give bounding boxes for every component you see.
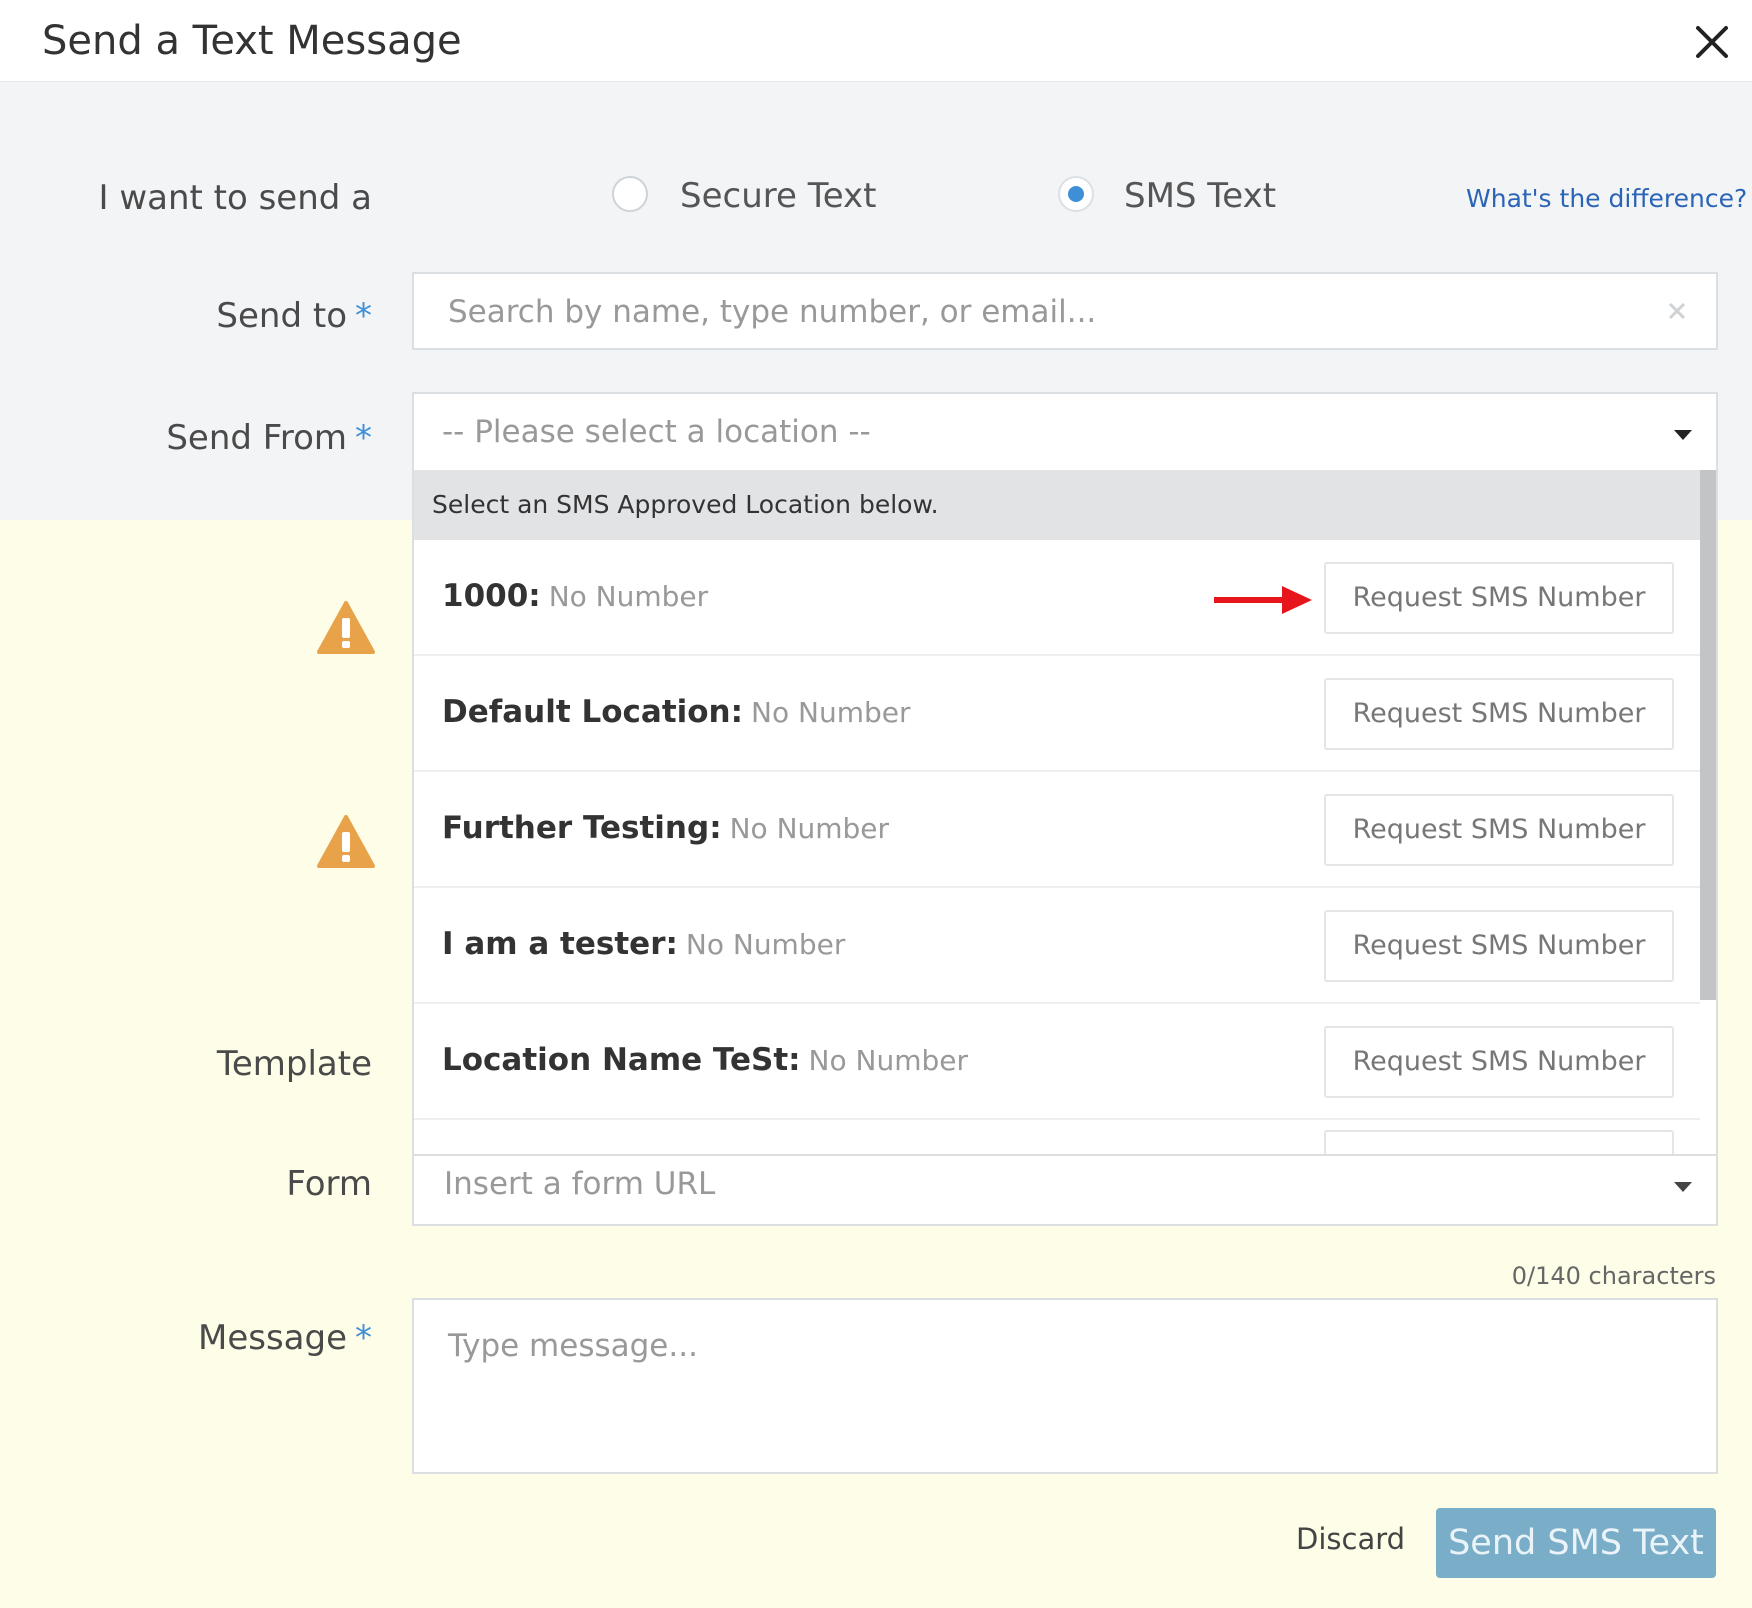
message-placeholder: Type message... [448, 1328, 698, 1364]
send-from-placeholder: -- Please select a location -- [442, 414, 871, 450]
send-to-input[interactable]: Search by name, type number, or email... [412, 272, 1718, 350]
location-option-partial[interactable] [414, 1120, 1700, 1154]
warning-icon [317, 815, 375, 868]
template-label: Template [216, 1044, 372, 1084]
caret-down-icon [1674, 430, 1692, 440]
location-name: Default Location: [442, 694, 744, 730]
required-marker: * [355, 418, 372, 458]
location-option-location-name-test[interactable]: Location Name TeSt: No Number Request SMS… [414, 1004, 1700, 1120]
dialog-header: Send a Text Message [0, 0, 1752, 82]
location-name: Location Name TeSt: [442, 1042, 801, 1078]
send-to-label: Send to * [216, 296, 372, 336]
request-sms-number-button[interactable]: Request SMS Number [1324, 562, 1674, 634]
location-text: Location Name TeSt: No Number [442, 1042, 968, 1078]
send-to-placeholder: Search by name, type number, or email... [448, 294, 1097, 330]
location-option-default-location[interactable]: Default Location: No Number Request SMS N… [414, 656, 1700, 772]
location-number: No Number [729, 812, 890, 845]
location-dropdown: Select an SMS Approved Location below. 1… [412, 470, 1718, 1156]
request-sms-number-button[interactable]: Request SMS Number [1324, 794, 1674, 866]
character-counter: 0/140 characters [1511, 1262, 1716, 1290]
request-sms-number-button[interactable]: Request SMS Number [1324, 910, 1674, 982]
location-text: Default Location: No Number [442, 694, 911, 730]
request-sms-number-button-partial[interactable] [1324, 1130, 1674, 1154]
dialog-title: Send a Text Message [42, 18, 462, 64]
form-url-select[interactable]: Insert a form URL [412, 1150, 1718, 1226]
location-number: No Number [808, 1044, 968, 1077]
request-sms-number-button[interactable]: Request SMS Number [1324, 678, 1674, 750]
send-type-label: I want to send a [98, 178, 372, 218]
dropdown-scrollbar[interactable] [1700, 470, 1716, 1000]
location-option-1000[interactable]: 1000: No Number Request SMS Number [414, 540, 1700, 656]
sms-text-radio[interactable] [1058, 176, 1094, 212]
discard-button[interactable]: Discard [1296, 1522, 1405, 1556]
clear-icon[interactable] [1668, 302, 1686, 320]
location-option-i-am-a-tester[interactable]: I am a tester: No Number Request SMS Numb… [414, 888, 1700, 1004]
dropdown-hint: Select an SMS Approved Location below. [414, 470, 1700, 540]
request-sms-number-button[interactable]: Request SMS Number [1324, 1026, 1674, 1098]
required-marker: * [355, 1318, 372, 1358]
location-name: 1000: [442, 578, 541, 614]
location-text: I am a tester: No Number [442, 926, 845, 962]
sms-text-label[interactable]: SMS Text [1124, 176, 1276, 216]
location-text: Further Testing: No Number [442, 810, 889, 846]
caret-down-icon [1674, 1182, 1692, 1192]
form-label: Form [286, 1164, 372, 1204]
location-number: No Number [685, 928, 846, 961]
send-from-select[interactable]: -- Please select a location -- [412, 392, 1718, 472]
location-number: No Number [751, 696, 911, 729]
secure-text-label[interactable]: Secure Text [680, 176, 876, 216]
location-option-further-testing[interactable]: Further Testing: No Number Request SMS Nu… [414, 772, 1700, 888]
required-marker: * [355, 296, 372, 336]
location-name: I am a tester: [442, 926, 678, 962]
send-sms-text-button[interactable]: Send SMS Text [1436, 1508, 1716, 1578]
whats-the-difference-link[interactable]: What's the difference? [1466, 184, 1747, 213]
warning-icon [317, 601, 375, 654]
location-name: Further Testing: [442, 810, 722, 846]
send-text-dialog: Send a Text Message I want to send a Sec… [0, 0, 1752, 1608]
form-url-placeholder: Insert a form URL [444, 1166, 716, 1202]
secure-text-radio[interactable] [612, 176, 648, 212]
close-icon[interactable] [1692, 22, 1732, 62]
message-label: Message * [197, 1318, 372, 1358]
send-from-label: Send From * [166, 418, 372, 458]
location-number: No Number [548, 580, 709, 613]
location-text: 1000: No Number [442, 578, 708, 614]
annotation-arrow-icon [1214, 586, 1312, 614]
message-textarea[interactable]: Type message... [412, 1298, 1718, 1474]
